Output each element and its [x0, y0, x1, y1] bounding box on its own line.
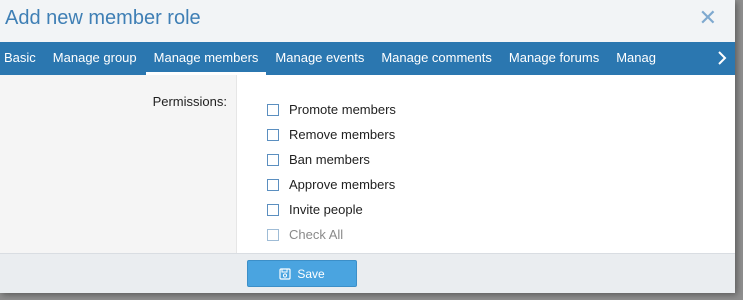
- permission-options: Promote members Remove members Ban membe…: [267, 97, 396, 247]
- dialog-footer: Save: [0, 253, 735, 293]
- save-icon: [279, 267, 291, 280]
- dialog-title: Add new member role: [5, 7, 201, 29]
- invite-people-label: Invite people: [289, 202, 363, 217]
- permissions-label: Permissions:: [152, 94, 227, 109]
- check-all-label: Check All: [289, 227, 344, 242]
- tab-manage-events[interactable]: Manage events: [267, 42, 372, 75]
- promote-members-label: Promote members: [289, 102, 396, 117]
- option-invite-people[interactable]: Invite people: [267, 197, 396, 222]
- permissions-panel: Permissions: Promote members Remove memb…: [0, 75, 735, 253]
- tab-manage-comments[interactable]: Manage comments: [373, 42, 500, 75]
- approve-members-checkbox[interactable]: [267, 178, 279, 191]
- promote-members-checkbox[interactable]: [267, 103, 279, 116]
- check-all-checkbox[interactable]: [267, 228, 279, 241]
- tab-manage-group[interactable]: Manage group: [45, 42, 145, 75]
- option-approve-members[interactable]: Approve members: [267, 172, 396, 197]
- tab-manage-truncated[interactable]: Manag: [608, 42, 664, 75]
- label-column: Permissions:: [0, 75, 237, 253]
- close-icon[interactable]: ✕: [699, 6, 717, 30]
- chevron-right-icon[interactable]: [709, 42, 735, 75]
- tab-manage-members[interactable]: Manage members: [145, 42, 267, 75]
- remove-members-label: Remove members: [289, 127, 396, 142]
- option-remove-members[interactable]: Remove members: [267, 122, 396, 147]
- ban-members-checkbox[interactable]: [267, 153, 279, 166]
- add-member-role-dialog: Add new member role ✕ Basic Manage group M…: [0, 0, 735, 293]
- save-button-label: Save: [297, 266, 325, 281]
- tab-list: Basic Manage group Manage members Manage ev…: [0, 42, 709, 75]
- option-check-all[interactable]: Check All: [267, 222, 396, 247]
- tab-bar: Basic Manage group Manage members Manage ev…: [0, 42, 735, 75]
- option-ban-members[interactable]: Ban members: [267, 147, 396, 172]
- tab-basic[interactable]: Basic: [0, 42, 44, 75]
- tab-manage-forums[interactable]: Manage forums: [501, 42, 607, 75]
- invite-people-checkbox[interactable]: [267, 203, 279, 216]
- option-promote-members[interactable]: Promote members: [267, 97, 396, 122]
- remove-members-checkbox[interactable]: [267, 128, 279, 141]
- ban-members-label: Ban members: [289, 152, 370, 167]
- dialog-titlebar: Add new member role ✕: [0, 0, 735, 42]
- save-button[interactable]: Save: [247, 260, 357, 287]
- approve-members-label: Approve members: [289, 177, 396, 192]
